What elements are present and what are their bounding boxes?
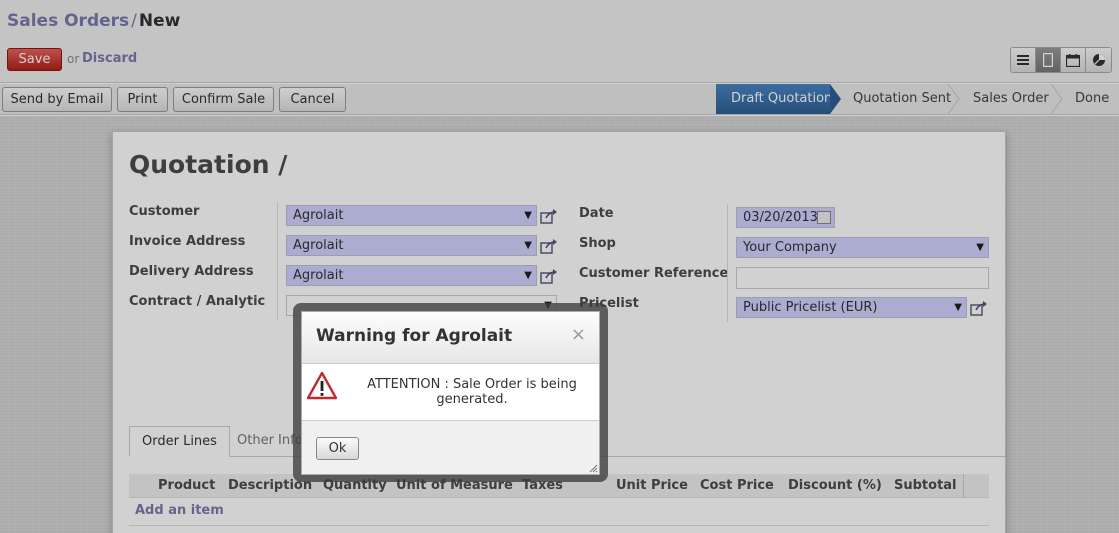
dialog-message: ATTENTION : Sale Order is being generate… — [367, 377, 577, 407]
ok-button[interactable]: Ok — [316, 437, 359, 460]
dialog-footer: Ok — [302, 420, 599, 474]
resize-grip-icon[interactable] — [588, 463, 598, 473]
dialog-title: Warning for Agrolait — [316, 326, 513, 346]
close-icon[interactable]: × — [571, 324, 586, 345]
warning-icon — [307, 372, 337, 400]
dialog-title-bar[interactable]: Warning for Agrolait × — [302, 312, 599, 364]
warning-dialog: Warning for Agrolait × ATTENTION : Sale … — [301, 311, 600, 475]
dialog-body: ATTENTION : Sale Order is being generate… — [302, 364, 599, 420]
